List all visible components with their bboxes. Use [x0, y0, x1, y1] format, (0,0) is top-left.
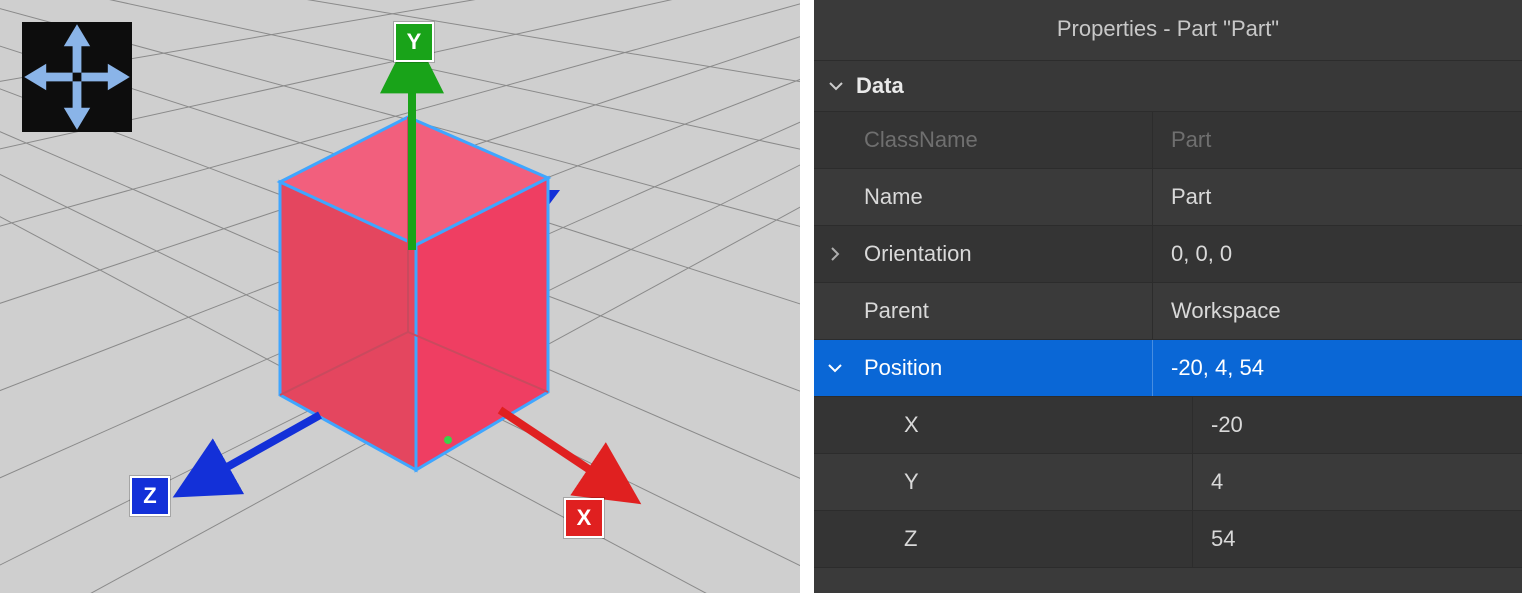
chevron-down-icon: [828, 78, 844, 94]
prop-row-name[interactable]: Name Part: [814, 169, 1522, 226]
move-arrows-icon: [22, 22, 132, 132]
prop-value[interactable]: Workspace: [1152, 283, 1522, 339]
prop-value[interactable]: 0, 0, 0: [1152, 226, 1522, 282]
prop-value[interactable]: -20: [1192, 397, 1522, 453]
section-label: Data: [856, 73, 904, 99]
prop-label: Position: [856, 355, 1152, 381]
prop-label: Name: [856, 184, 1152, 210]
prop-label: ClassName: [856, 127, 1152, 153]
axis-label-z: Z: [130, 476, 170, 516]
viewport-3d[interactable]: Y Z X: [0, 0, 800, 593]
prop-value[interactable]: 54: [1192, 511, 1522, 567]
prop-row-parent[interactable]: Parent Workspace: [814, 283, 1522, 340]
chevron-right-icon[interactable]: [814, 246, 856, 262]
move-tool-button[interactable]: [22, 22, 132, 132]
axis-label-x: X: [564, 498, 604, 538]
section-header-data[interactable]: Data: [814, 61, 1522, 112]
prop-label: Orientation: [856, 241, 1152, 267]
prop-row-position-z[interactable]: Z 54: [814, 511, 1522, 568]
prop-value[interactable]: Part: [1152, 169, 1522, 225]
axis-label-y: Y: [394, 22, 434, 62]
prop-row-classname: ClassName Part: [814, 112, 1522, 169]
panel-divider: [800, 0, 814, 593]
prop-label: Z: [856, 526, 1192, 552]
prop-row-position[interactable]: Position -20, 4, 54: [814, 340, 1522, 397]
prop-label: Y: [856, 469, 1192, 495]
prop-label: X: [856, 412, 1192, 438]
prop-row-position-x[interactable]: X -20: [814, 397, 1522, 454]
prop-label: Parent: [856, 298, 1152, 324]
prop-row-orientation[interactable]: Orientation 0, 0, 0: [814, 226, 1522, 283]
prop-value[interactable]: 4: [1192, 454, 1522, 510]
prop-row-position-y[interactable]: Y 4: [814, 454, 1522, 511]
properties-title: Properties - Part "Part": [814, 0, 1522, 61]
prop-value: Part: [1152, 112, 1522, 168]
chevron-down-icon[interactable]: [814, 360, 856, 376]
prop-value[interactable]: -20, 4, 54: [1152, 340, 1522, 396]
properties-panel: Properties - Part "Part" Data ClassName …: [814, 0, 1522, 593]
